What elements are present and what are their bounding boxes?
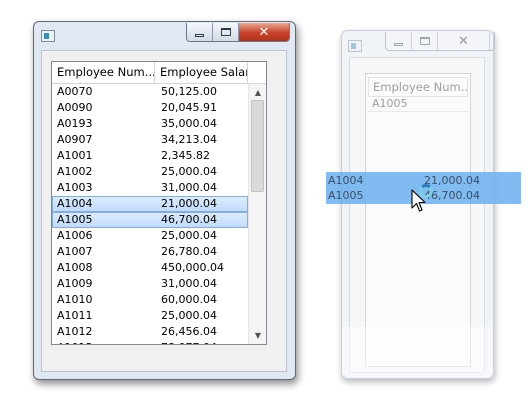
maximize-button[interactable] [213,23,239,41]
employee-number-cell: A1006 [57,229,93,242]
column-header-filler [248,62,266,83]
employee-number-cell: A1010 [57,293,93,306]
table-row[interactable]: A101378,077.04 [52,340,248,344]
table-row[interactable]: A1006 25,000.04 [52,228,248,244]
employee-number-cell: A0193 [57,117,93,130]
main-window: ✕ Employee Num... Employee Salary A0070 5… [33,21,296,380]
window-icon [348,40,362,52]
vertical-scrollbar[interactable]: ▲ ▼ [248,84,266,344]
target-list-view[interactable]: Employee Num... A1005 [365,73,471,367]
employee-number-cell: A1009 [57,277,93,290]
table-row[interactable]: A1004 21,000.04 [52,196,248,212]
minimize-icon [394,42,403,46]
table-row[interactable]: A0193 35,000.04 [52,116,248,132]
employee-salary-cell: 60,000.04 [161,293,217,306]
caption-buttons: ✕ [385,32,495,51]
employee-number-cell: A1012 [57,325,93,338]
table-row[interactable]: A1012 26,456.04 [52,324,248,340]
employee-number-cell: A1005 [57,213,93,226]
employee-number-cell: A0907 [57,133,93,146]
employee-number-cell: A0090 [57,101,93,114]
table-row[interactable]: A1003 31,000.04 [52,180,248,196]
dragged-row-number: A1004 [328,174,364,187]
close-icon: ✕ [458,33,469,49]
employee-number-cell: A1013 [53,341,156,344]
employee-number-cell: A1001 [57,149,93,162]
employee-salary-cell: 31,000.04 [161,277,217,290]
table-row[interactable]: A1008 450,000.04 [52,260,248,276]
table-row[interactable]: A0090 20,045.91 [52,100,248,116]
drag-cursor-icon [411,189,426,212]
employee-list-view[interactable]: Employee Num... Employee Salary A0070 50,… [51,61,267,345]
employee-salary-cell: 78,077.04 [156,341,247,344]
table-row[interactable]: A1009 31,000.04 [52,276,248,292]
table-row[interactable]: A1010 60,000.04 [52,292,248,308]
table-row[interactable]: A1005 [368,97,468,112]
target-list-rows: A1005 [366,97,470,112]
employee-salary-cell: 21,000.04 [161,197,217,210]
employee-salary-cell: 26,780.04 [161,245,217,258]
employee-salary-cell: 34,213.04 [161,133,217,146]
employee-number-cell: A1004 [57,197,93,210]
employee-number-cell: A1002 [57,165,93,178]
dragged-row: A1005 46,700.04 [328,188,480,203]
employee-number-cell: A1011 [57,309,93,322]
employee-salary-cell: 25,000.04 [161,229,217,242]
close-icon: ✕ [258,24,270,40]
close-button[interactable]: ✕ [239,23,289,41]
client-area: Employee Num... A1005 [349,57,485,373]
employee-salary-cell: 20,045.91 [161,101,217,114]
employee-salary-cell: 450,000.04 [161,261,224,274]
employee-salary-cell: 25,000.04 [161,309,217,322]
table-row[interactable]: A0907 34,213.04 [52,132,248,148]
dragged-row: A1004 21,000.04 [328,173,480,188]
employee-number-cell: A1003 [57,181,93,194]
table-row[interactable]: A1001 2,345.82 [52,148,248,164]
employee-number-cell: A1007 [57,245,93,258]
table-row[interactable]: A1005 46,700.04 [52,212,248,228]
minimize-icon [195,33,204,37]
list-rows: A0070 50,125.00 A0090 20,045.91 A0193 35,000.… [52,84,248,344]
column-header-employee-number[interactable]: Employee Num... [52,62,155,83]
column-header-employee-number[interactable]: Employee Num... [368,77,468,97]
employee-salary-cell: 26,456.04 [161,325,217,338]
minimize-button[interactable] [187,23,213,41]
table-row[interactable]: A1002 25,000.04 [52,164,248,180]
employee-number-cell: A0070 [57,85,93,98]
scroll-down-arrow-icon[interactable]: ▼ [249,328,266,344]
maximize-button[interactable] [412,32,438,50]
table-row[interactable]: A1007 26,780.04 [52,244,248,260]
window-fade-overlay [342,327,493,377]
employee-salary-cell: 50,125.00 [161,85,217,98]
minimize-button[interactable] [386,32,412,50]
maximize-icon [220,28,231,36]
maximize-icon [419,37,430,45]
employee-salary-cell: 35,000.04 [161,117,217,130]
scroll-thumb[interactable] [251,100,264,192]
employee-salary-cell: 2,345.82 [161,149,210,162]
close-button[interactable]: ✕ [438,32,490,50]
caption-buttons: ✕ [186,23,290,42]
employee-salary-cell: 46,700.04 [161,213,217,226]
dragged-row-salary: 21,000.04 [424,174,480,187]
dragged-row-number: A1005 [328,189,364,202]
table-row[interactable]: A0070 50,125.00 [52,84,248,100]
column-header-employee-salary[interactable]: Employee Salary [155,62,248,83]
list-header: Employee Num... Employee Salary [52,62,266,84]
client-area: Employee Num... Employee Salary A0070 50,… [41,50,287,372]
window-icon[interactable] [41,30,55,42]
employee-salary-cell: 25,000.04 [161,165,217,178]
title-bar[interactable]: ✕ [34,22,295,48]
table-row[interactable]: A1011 25,000.04 [52,308,248,324]
scroll-up-arrow-icon[interactable]: ▲ [249,85,266,101]
employee-number-cell: A1008 [57,261,93,274]
employee-salary-cell: 31,000.04 [161,181,217,194]
